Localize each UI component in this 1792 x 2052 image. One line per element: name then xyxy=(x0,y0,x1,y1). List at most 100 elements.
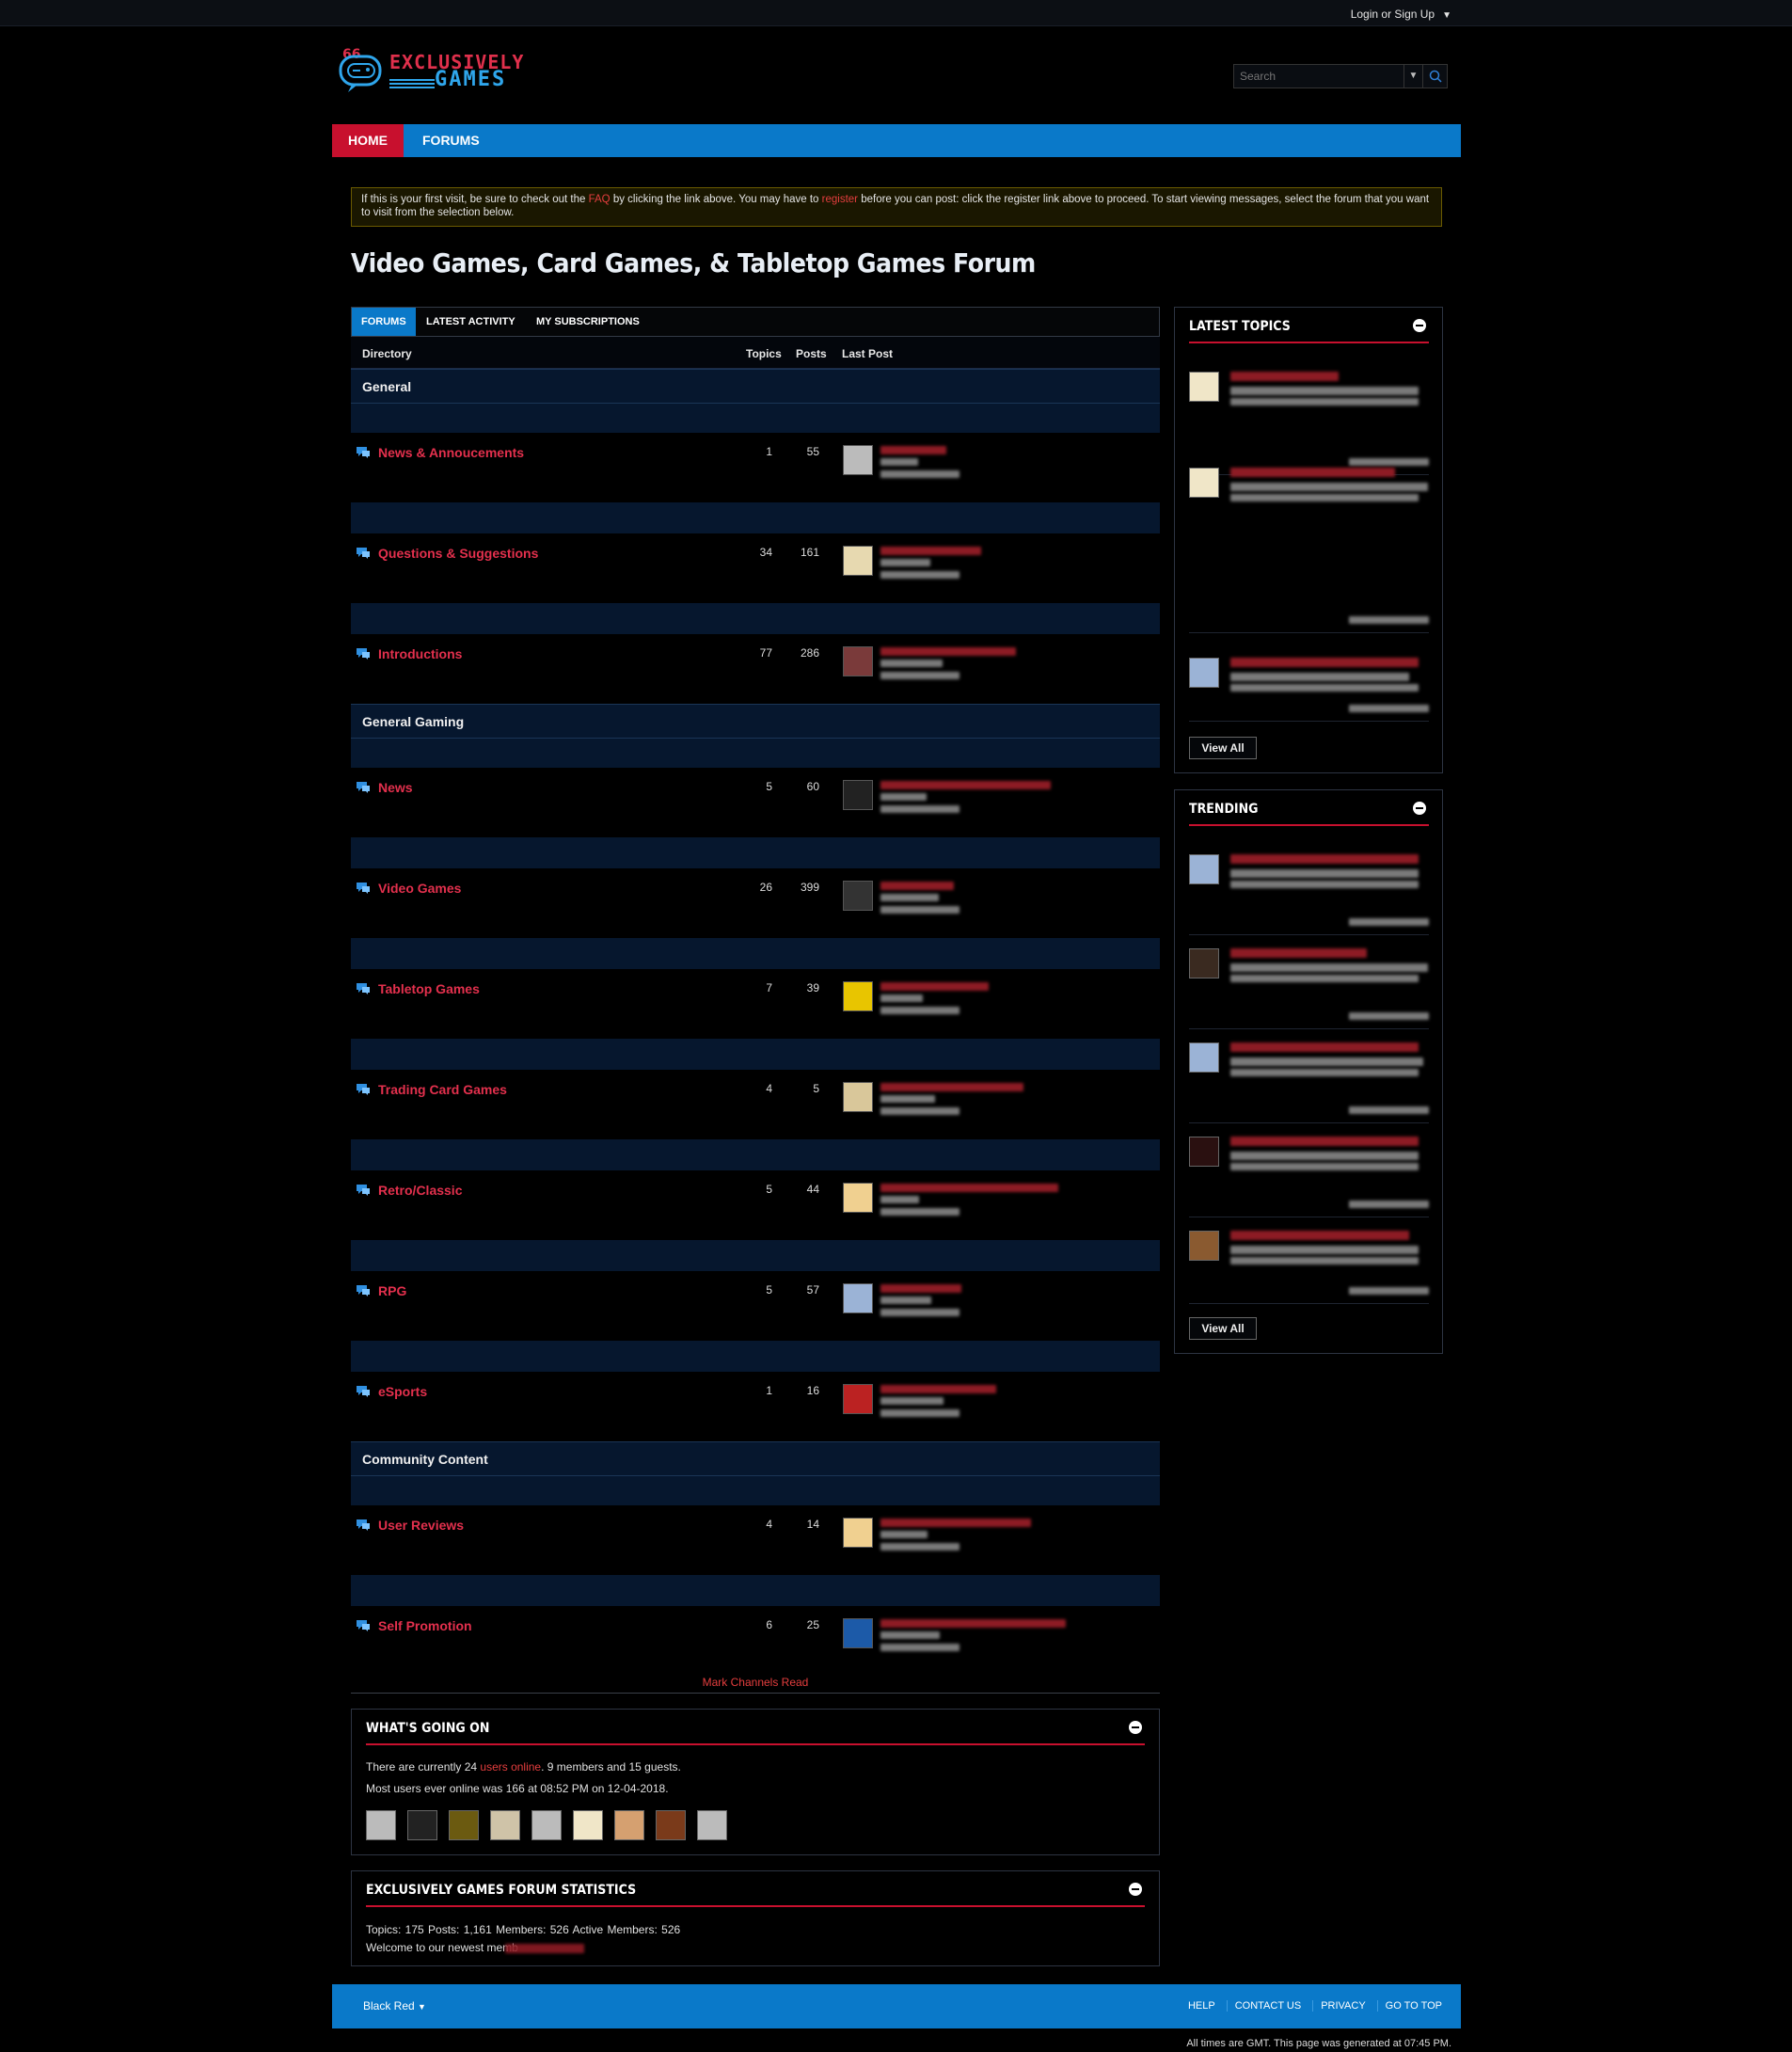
last-post-author[interactable] xyxy=(880,793,927,801)
last-post-author[interactable] xyxy=(880,1397,944,1405)
topic-title-link[interactable] xyxy=(1230,372,1339,381)
online-user-avatar[interactable] xyxy=(407,1810,437,1840)
collapse-icon[interactable] xyxy=(1129,1721,1142,1734)
footer-contact-link[interactable]: CONTACT US xyxy=(1226,2000,1302,2012)
widget-topic-item[interactable] xyxy=(1189,946,1429,1029)
last-post-author[interactable] xyxy=(880,1296,931,1304)
avatar[interactable] xyxy=(843,646,873,676)
section-title[interactable]: Community Content xyxy=(362,1452,488,1467)
avatar[interactable] xyxy=(1189,948,1219,978)
widget-topic-item[interactable] xyxy=(1189,1041,1429,1123)
online-user-avatar[interactable] xyxy=(366,1810,396,1840)
nav-forums[interactable]: FORUMS xyxy=(422,124,480,157)
online-user-avatar[interactable] xyxy=(449,1810,479,1840)
avatar[interactable] xyxy=(843,780,873,810)
topic-title-link[interactable] xyxy=(1230,1042,1419,1052)
online-user-avatar[interactable] xyxy=(656,1810,686,1840)
collapse-icon[interactable] xyxy=(1129,1883,1142,1896)
forum-title-link[interactable]: Introductions xyxy=(378,646,462,661)
faq-link[interactable]: FAQ xyxy=(589,194,611,205)
avatar[interactable] xyxy=(843,546,873,576)
online-user-avatar[interactable] xyxy=(614,1810,644,1840)
last-post-title-link[interactable] xyxy=(880,1385,996,1393)
avatar[interactable] xyxy=(843,981,873,1011)
topic-title-link[interactable] xyxy=(1230,1231,1409,1240)
forum-title-link[interactable]: Self Promotion xyxy=(378,1618,472,1633)
online-user-avatar[interactable] xyxy=(573,1810,603,1840)
mark-channels-read-link[interactable]: Mark Channels Read xyxy=(351,1676,1160,1689)
avatar[interactable] xyxy=(843,1082,873,1112)
newest-member-link[interactable] xyxy=(504,1943,584,1953)
site-logo[interactable]: 66 EXCLUSIVELY GAMES xyxy=(337,47,549,96)
last-post-author[interactable] xyxy=(880,660,943,667)
last-post-author[interactable] xyxy=(880,458,918,466)
last-post-title-link[interactable] xyxy=(880,1284,961,1293)
last-post-title-link[interactable] xyxy=(880,882,954,890)
avatar[interactable] xyxy=(843,1518,873,1548)
avatar[interactable] xyxy=(843,1618,873,1648)
forum-title-link[interactable]: eSports xyxy=(378,1384,427,1399)
theme-selector[interactable]: Black Red ▼ xyxy=(363,1999,426,2012)
online-user-avatar[interactable] xyxy=(531,1810,562,1840)
search-input[interactable] xyxy=(1234,65,1403,87)
footer-help-link[interactable]: HELP xyxy=(1181,2000,1215,2012)
avatar[interactable] xyxy=(1189,468,1219,498)
widget-topic-item[interactable] xyxy=(1189,466,1429,633)
forum-title-link[interactable]: RPG xyxy=(378,1283,406,1298)
widget-topic-item[interactable] xyxy=(1189,370,1429,475)
avatar[interactable] xyxy=(1189,658,1219,688)
forum-title-link[interactable]: Questions & Suggestions xyxy=(378,546,538,561)
last-post-title-link[interactable] xyxy=(880,1083,1023,1091)
theme-label[interactable]: Black Red xyxy=(363,1999,415,2012)
topic-title-link[interactable] xyxy=(1230,658,1419,667)
search-options-dropdown[interactable]: ▼ xyxy=(1403,65,1422,87)
last-post-author[interactable] xyxy=(880,1095,935,1103)
tab-my-subscriptions[interactable]: MY SUBSCRIPTIONS xyxy=(527,308,649,336)
widget-topic-item[interactable] xyxy=(1189,656,1429,722)
topic-title-link[interactable] xyxy=(1230,1137,1419,1146)
forum-title-link[interactable]: News xyxy=(378,780,413,795)
login-signup-menu[interactable]: Login or Sign Up ▼ xyxy=(1351,8,1451,21)
last-post-author[interactable] xyxy=(880,894,939,901)
view-all-trending-button[interactable]: View All xyxy=(1189,1317,1257,1340)
forum-title-link[interactable]: Retro/Classic xyxy=(378,1183,462,1198)
last-post-author[interactable] xyxy=(880,994,923,1002)
last-post-title-link[interactable] xyxy=(880,647,1016,656)
chevron-down-icon[interactable]: ▼ xyxy=(418,2002,426,2012)
avatar[interactable] xyxy=(843,1183,873,1213)
topic-title-link[interactable] xyxy=(1230,948,1367,958)
widget-topic-item[interactable] xyxy=(1189,1135,1429,1217)
collapse-icon[interactable] xyxy=(1413,802,1426,815)
forum-title-link[interactable]: Trading Card Games xyxy=(378,1082,507,1097)
forum-title-link[interactable]: Video Games xyxy=(378,881,461,896)
avatar[interactable] xyxy=(843,1384,873,1414)
collapse-icon[interactable] xyxy=(1413,319,1426,332)
last-post-author[interactable] xyxy=(880,1531,928,1538)
forum-title-link[interactable]: News & Annoucements xyxy=(378,445,524,460)
online-user-avatar[interactable] xyxy=(490,1810,520,1840)
search-button[interactable] xyxy=(1422,65,1447,87)
last-post-title-link[interactable] xyxy=(880,446,946,454)
last-post-title-link[interactable] xyxy=(880,1519,1031,1527)
avatar[interactable] xyxy=(1189,1042,1219,1073)
avatar[interactable] xyxy=(1189,1137,1219,1167)
users-online-link[interactable]: users online xyxy=(480,1760,541,1774)
last-post-author[interactable] xyxy=(880,559,930,566)
view-all-latest-button[interactable]: View All xyxy=(1189,737,1257,759)
forum-title-link[interactable]: User Reviews xyxy=(378,1518,464,1533)
avatar[interactable] xyxy=(1189,1231,1219,1261)
last-post-title-link[interactable] xyxy=(880,982,989,991)
avatar[interactable] xyxy=(843,1283,873,1313)
chevron-down-icon[interactable]: ▼ xyxy=(1442,10,1451,21)
section-title[interactable]: General xyxy=(362,379,411,394)
forum-title-link[interactable]: Tabletop Games xyxy=(378,981,480,996)
last-post-title-link[interactable] xyxy=(880,781,1051,789)
footer-privacy-link[interactable]: PRIVACY xyxy=(1312,2000,1366,2012)
tab-forums[interactable]: FORUMS xyxy=(352,308,416,336)
last-post-title-link[interactable] xyxy=(880,1184,1058,1192)
avatar[interactable] xyxy=(1189,854,1219,884)
topic-title-link[interactable] xyxy=(1230,468,1395,477)
nav-home[interactable]: HOME xyxy=(332,124,404,157)
widget-topic-item[interactable] xyxy=(1189,1229,1429,1304)
last-post-author[interactable] xyxy=(880,1196,919,1203)
